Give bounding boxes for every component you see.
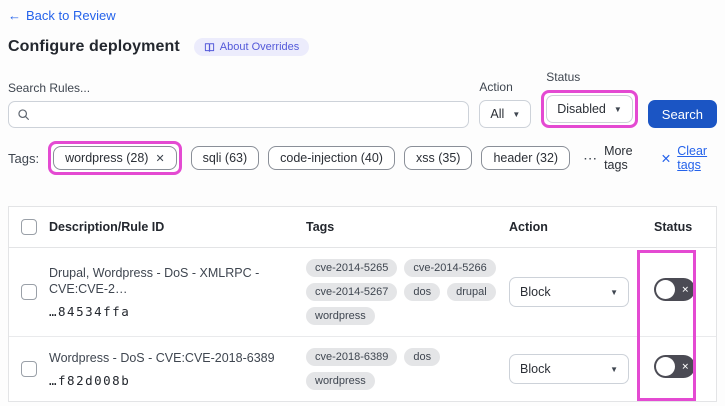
more-tags-label: More tags	[604, 144, 633, 172]
back-to-review-link[interactable]: ← Back to Review	[8, 8, 116, 23]
more-tags-button[interactable]: ⋯ More tags	[583, 144, 642, 172]
chevron-down-icon: ▼	[610, 287, 618, 297]
header-description: Description/Rule ID	[49, 220, 165, 234]
toggle-off-icon: ✕	[681, 361, 689, 371]
clear-tags-label: Clear tags	[677, 144, 708, 172]
configure-deployment-page: ← Back to Review Configure deployment Ab…	[0, 0, 725, 406]
toggle-knob	[656, 280, 675, 299]
remove-tag-icon[interactable]: ✕	[155, 152, 164, 165]
tag-chip-sqli[interactable]: sqli (63)	[190, 146, 260, 170]
tag-chip-code-injection[interactable]: code-injection (40)	[268, 146, 395, 170]
tag-pill: cve-2018-6389	[306, 348, 398, 366]
rule-tags: cve-2014-5265 cve-2014-5266 cve-2014-526…	[306, 259, 509, 325]
status-toggle[interactable]: ✕	[654, 355, 695, 378]
back-arrow-icon: ←	[8, 8, 21, 23]
action-filter-label: Action	[479, 80, 513, 94]
clear-tags-link[interactable]: ✕ Clear tags	[661, 144, 717, 172]
status-toggle[interactable]: ✕	[654, 278, 695, 301]
tag-pill: cve-2014-5266	[404, 259, 496, 277]
table-row: Drupal, Wordpress - DoS - XMLRPC - CVE:C…	[9, 248, 716, 337]
status-filter-dropdown[interactable]: Disabled ▼	[546, 95, 633, 123]
rule-tags: cve-2018-6389 dos wordpress	[306, 348, 509, 390]
table-header-row: Description/Rule ID Tags Action Status	[9, 207, 716, 248]
ellipsis-icon: ⋯	[583, 149, 599, 166]
status-filter-highlight-annotation: Disabled ▼	[541, 90, 638, 128]
book-icon	[204, 42, 215, 53]
action-dropdown[interactable]: Block ▼	[509, 354, 629, 384]
tag-chip-label: xss (35)	[415, 151, 461, 165]
tag-chip-label: code-injection (40)	[280, 151, 383, 165]
search-button[interactable]: Search	[647, 100, 717, 128]
chevron-down-icon: ▼	[610, 364, 618, 374]
header-tags: Tags	[306, 220, 335, 234]
action-filter-value: All	[490, 107, 505, 121]
search-rules-input[interactable]	[36, 107, 461, 122]
row-checkbox[interactable]	[21, 361, 37, 377]
about-overrides-badge[interactable]: About Overrides	[193, 38, 310, 56]
chevron-down-icon: ▼	[613, 104, 622, 114]
page-title: Configure deployment	[8, 38, 180, 55]
header-status: Status	[654, 220, 693, 234]
tag-pill: drupal	[447, 283, 496, 301]
about-badge-label: About Overrides	[219, 41, 300, 53]
status-filter-label: Status	[546, 70, 581, 84]
search-icon	[17, 108, 30, 121]
back-link-label: Back to Review	[26, 8, 116, 23]
tag-pill: wordpress	[306, 372, 375, 390]
select-all-checkbox[interactable]	[21, 219, 37, 235]
action-value: Block	[520, 362, 551, 376]
chevron-down-icon: ▼	[512, 109, 521, 119]
tag-chip-wordpress[interactable]: wordpress (28) ✕	[53, 146, 177, 170]
toggle-off-icon: ✕	[681, 284, 689, 294]
rules-table: Description/Rule ID Tags Action Status D…	[8, 206, 717, 402]
action-filter-dropdown[interactable]: All ▼	[479, 100, 532, 128]
action-value: Block	[520, 285, 551, 299]
action-filter-group: Action All ▼	[479, 80, 532, 128]
tag-pill: cve-2014-5265	[306, 259, 398, 277]
table-row: Wordpress - DoS - CVE:CVE-2018-6389 …f82…	[9, 337, 716, 401]
header-action: Action	[509, 220, 548, 234]
rule-description: Drupal, Wordpress - DoS - XMLRPC - CVE:C…	[49, 265, 260, 296]
tag-chip-header[interactable]: header (32)	[481, 146, 571, 170]
clear-x-icon: ✕	[660, 151, 672, 166]
rule-id: …f82d008b	[49, 373, 131, 389]
search-rules-box	[8, 101, 470, 128]
row-checkbox[interactable]	[21, 284, 37, 300]
search-rules-label: Search Rules...	[8, 81, 91, 95]
tag-chip-label: header (32)	[493, 151, 559, 165]
rule-description: Wordpress - DoS - CVE:CVE-2018-6389	[49, 350, 275, 365]
tag-pill: cve-2014-5267	[306, 283, 398, 301]
action-dropdown[interactable]: Block ▼	[509, 277, 629, 307]
wordpress-chip-highlight-annotation: wordpress (28) ✕	[48, 141, 182, 175]
tag-chip-label: sqli (63)	[202, 151, 248, 165]
tag-pill: dos	[404, 348, 441, 366]
tag-pill: wordpress	[306, 307, 375, 325]
tags-label: Tags:	[8, 150, 40, 166]
tag-pill: dos	[404, 283, 441, 301]
rule-id: …84534ffa	[49, 304, 131, 320]
tag-chip-label: wordpress (28)	[65, 151, 149, 165]
tag-chip-xss[interactable]: xss (35)	[403, 146, 473, 170]
status-filter-group: Status Disabled ▼	[541, 70, 638, 128]
toggle-knob	[656, 357, 675, 376]
status-filter-value: Disabled	[557, 102, 606, 116]
